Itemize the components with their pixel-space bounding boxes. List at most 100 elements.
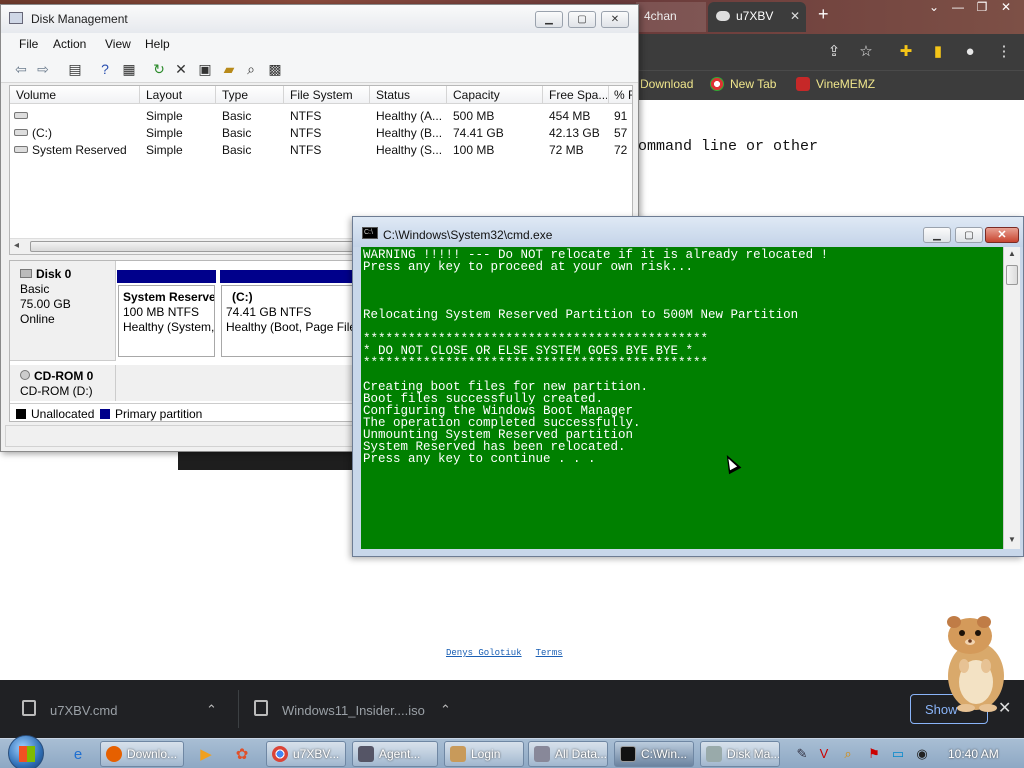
- cell-layout: Simple: [146, 126, 183, 140]
- settings-icon[interactable]: ▩: [265, 59, 285, 79]
- partition-c[interactable]: (C:) 74.41 GB NTFS Healthy (Boot, Page F…: [221, 285, 355, 357]
- taskbar-label: Agent...: [379, 747, 421, 761]
- cdrom-icon: [20, 370, 30, 380]
- menu-view[interactable]: View: [105, 37, 131, 51]
- scroll-left-icon[interactable]: ◂: [14, 240, 19, 251]
- bookmark-label: VineMEMZ: [816, 77, 876, 91]
- chevron-up-icon[interactable]: ⌃: [440, 702, 451, 718]
- bookmark-new-tab[interactable]: New Tab: [710, 77, 776, 91]
- vine-icon: [796, 77, 810, 91]
- console-tree-icon[interactable]: ▤: [65, 59, 85, 79]
- column-layout[interactable]: Layout: [146, 88, 212, 102]
- window-shadow: [178, 452, 354, 470]
- taskbar-button-login[interactable]: Login: [444, 741, 524, 767]
- column-percent-free[interactable]: % F: [614, 88, 632, 102]
- tab-4chan[interactable]: 4chan: [636, 2, 706, 32]
- tray-antivirus-icon[interactable]: V: [816, 746, 832, 762]
- bookmark-star-icon[interactable]: ☆: [856, 42, 876, 62]
- help-icon[interactable]: ?: [95, 59, 115, 79]
- profile-avatar-icon[interactable]: ●: [960, 42, 980, 62]
- column-file-system[interactable]: File System: [290, 88, 370, 102]
- vertical-scrollbar[interactable]: ▲ ▼: [1003, 247, 1020, 549]
- menu-help[interactable]: Help: [145, 37, 170, 51]
- minimize-icon[interactable]: —: [946, 0, 970, 14]
- minimize-icon: ▁: [545, 14, 553, 25]
- app-launcher-icon[interactable]: ✿: [232, 745, 252, 765]
- new-tab-button[interactable]: +: [814, 2, 838, 32]
- bookmark-vinememz[interactable]: VineMEMZ: [796, 77, 875, 91]
- table-row[interactable]: System Reserved Simple Basic NTFS Health…: [10, 142, 632, 159]
- taskbar-button-agent[interactable]: Agent...: [352, 741, 438, 767]
- close-button[interactable]: ✕: [985, 227, 1019, 243]
- clock[interactable]: 10:40 AM: [948, 747, 999, 761]
- table-row[interactable]: Simple Basic NTFS Healthy (A... 500 MB 4…: [10, 108, 632, 125]
- close-button[interactable]: ✕: [601, 11, 629, 28]
- minimize-button[interactable]: ▁: [535, 11, 563, 28]
- footer-link-terms[interactable]: Terms: [536, 648, 563, 658]
- download-item-iso[interactable]: Windows11_Insider....iso ⌃: [254, 680, 454, 738]
- tray-volume-icon[interactable]: ◉: [914, 746, 930, 762]
- internet-explorer-icon[interactable]: e: [68, 745, 88, 765]
- scrollbar-thumb[interactable]: [1006, 265, 1018, 285]
- taskbar-button-all-data[interactable]: All Data...: [528, 741, 608, 767]
- scroll-up-icon[interactable]: ▲: [1008, 249, 1016, 258]
- properties-icon[interactable]: ▦: [119, 59, 139, 79]
- cell-free-space: 42.13 GB: [549, 126, 600, 140]
- bookmark-download[interactable]: Download: [640, 77, 693, 91]
- scroll-down-icon[interactable]: ▼: [1008, 535, 1016, 544]
- taskbar-button-cmd[interactable]: C:\Win...: [614, 741, 694, 767]
- firefox-icon: [106, 746, 122, 762]
- chevron-up-icon[interactable]: ⌃: [206, 702, 217, 718]
- footer-link-author[interactable]: Denys Golotiuk: [446, 648, 522, 658]
- restore-icon[interactable]: ❐: [970, 0, 994, 14]
- console-line: Press any key to proceed at your own ris…: [363, 260, 694, 274]
- column-type[interactable]: Type: [222, 88, 282, 102]
- minimize-button[interactable]: ▁: [923, 227, 951, 243]
- tab-search-icon[interactable]: ⌄: [922, 0, 946, 14]
- download-item-cmd[interactable]: u7XBV.cmd ⌃: [22, 680, 228, 738]
- disk-0-label[interactable]: Disk 0 Basic 75.00 GB Online: [10, 261, 116, 361]
- chrome-icon: [272, 746, 288, 762]
- maximize-button[interactable]: ▢: [955, 227, 983, 243]
- media-player-icon[interactable]: ▶: [196, 745, 216, 765]
- column-status[interactable]: Status: [376, 88, 446, 102]
- column-capacity[interactable]: Capacity: [453, 88, 541, 102]
- close-tab-icon[interactable]: ✕: [790, 9, 800, 23]
- side-panel-icon[interactable]: ▮: [928, 42, 948, 62]
- title-bar[interactable]: C:\ C:\Windows\System32\cmd.exe ▁ ▢ ✕: [353, 217, 1023, 247]
- extensions-icon[interactable]: ✚: [896, 42, 916, 62]
- tray-flag-icon[interactable]: ⚑: [866, 746, 882, 762]
- taskbar-button-disk-management[interactable]: Disk Ma...: [700, 741, 780, 767]
- close-icon[interactable]: ✕: [994, 0, 1018, 14]
- menu-kebab-icon[interactable]: ⋮: [994, 42, 1014, 62]
- delete-icon[interactable]: ✕: [171, 59, 191, 79]
- tray-search-icon[interactable]: ⌕: [840, 746, 856, 762]
- search-icon[interactable]: ⌕: [241, 59, 261, 79]
- taskbar-button-downloads[interactable]: Downlo...: [100, 741, 184, 767]
- taskbar-label: Disk Ma...: [727, 747, 780, 761]
- menu-action[interactable]: Action: [53, 37, 86, 51]
- tray-network-icon[interactable]: ▭: [890, 746, 906, 762]
- volume-list-header: Volume Layout Type File System Status Ca…: [10, 86, 632, 104]
- forward-icon[interactable]: ⇨: [33, 59, 53, 79]
- tray-tool-icon[interactable]: ✎: [794, 746, 810, 762]
- maximize-button[interactable]: ▢: [568, 11, 596, 28]
- scrollbar-thumb[interactable]: [30, 241, 370, 252]
- column-volume[interactable]: Volume: [16, 88, 140, 102]
- console-output[interactable]: WARNING !!!!! --- Do NOT relocate if it …: [361, 247, 1003, 549]
- partition-system-reserved[interactable]: System Reserve 100 MB NTFS Healthy (Syst…: [118, 285, 215, 357]
- share-icon[interactable]: ⇪: [824, 42, 844, 62]
- taskbar-button-chrome[interactable]: u7XBV...: [266, 741, 346, 767]
- disk-properties-icon[interactable]: ▣: [195, 59, 215, 79]
- open-folder-icon[interactable]: ▰: [219, 59, 239, 79]
- title-bar[interactable]: Disk Management ▁ ▢ ✕: [1, 5, 638, 33]
- cmd-window[interactable]: C:\ C:\Windows\System32\cmd.exe ▁ ▢ ✕ WA…: [352, 216, 1024, 557]
- back-icon[interactable]: ⇦: [11, 59, 31, 79]
- start-button[interactable]: [8, 735, 44, 768]
- column-free-space[interactable]: Free Spa...: [549, 88, 607, 102]
- table-row[interactable]: (C:) Simple Basic NTFS Healthy (B... 74.…: [10, 125, 632, 142]
- refresh-icon[interactable]: ↻: [149, 59, 169, 79]
- menu-file[interactable]: File: [19, 37, 38, 51]
- cdrom-label[interactable]: CD-ROM 0 CD-ROM (D:): [10, 365, 116, 401]
- tab-u7xbv[interactable]: u7XBV ✕: [708, 2, 806, 32]
